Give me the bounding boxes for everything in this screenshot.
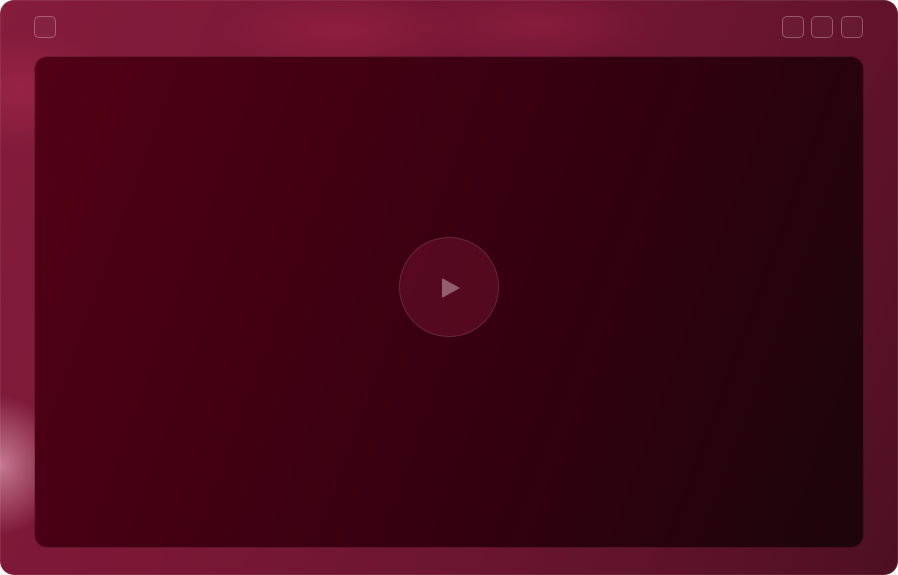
close-button[interactable]: [841, 16, 863, 38]
title-bar: [0, 0, 898, 56]
video-viewport[interactable]: [35, 57, 863, 547]
minimize-button[interactable]: [782, 16, 804, 38]
play-icon: [442, 278, 460, 298]
maximize-button[interactable]: [811, 16, 833, 38]
play-button[interactable]: [399, 237, 499, 337]
menu-button[interactable]: [34, 16, 56, 38]
app-window: [0, 0, 898, 575]
